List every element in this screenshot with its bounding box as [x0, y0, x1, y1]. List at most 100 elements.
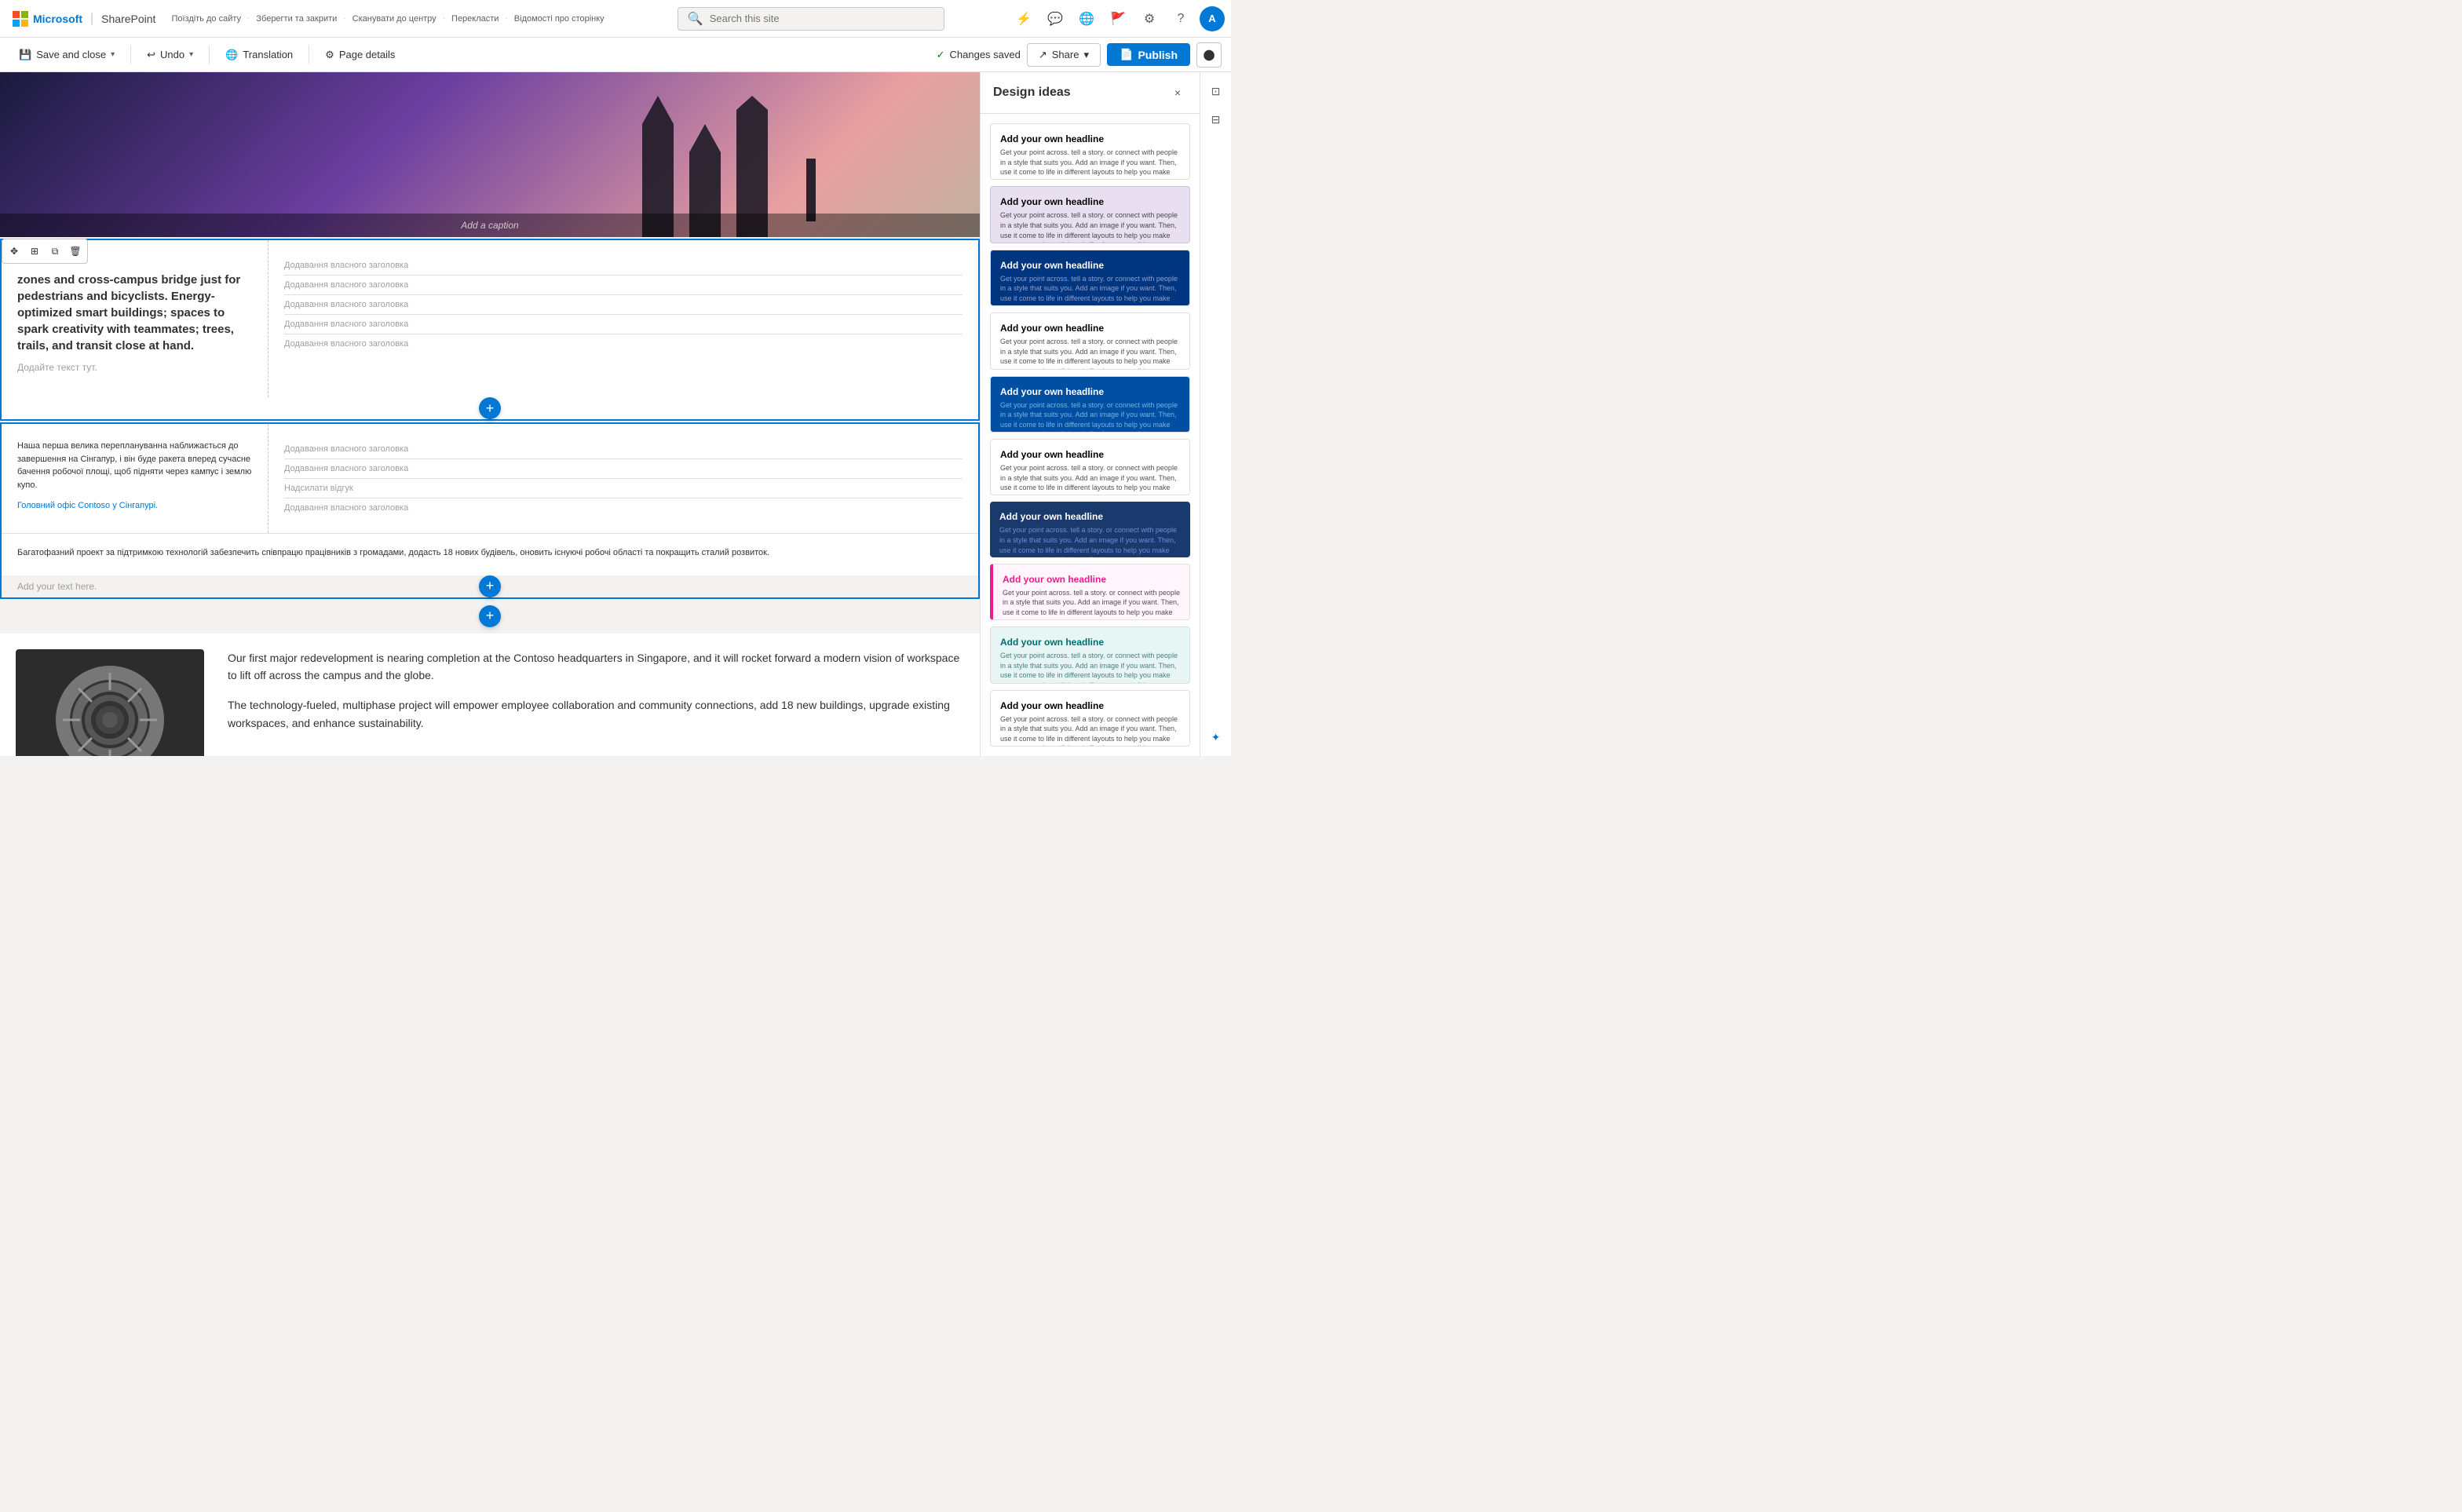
toolbar: 💾 Save and close ▾ ↩ Undo ▾ 🌐 Translatio… [0, 38, 1231, 72]
design-card-3[interactable]: Add your own headline Get your point acr… [990, 250, 1190, 306]
second-add-item-1[interactable]: Додавання власного заголовка [284, 440, 963, 459]
add-text-placeholder[interactable]: Додайте текст тут. [17, 362, 252, 373]
ms-sq-blue [13, 20, 20, 27]
nav-scan[interactable]: Сканувати до центру [346, 14, 443, 24]
save-and-close-button[interactable]: 💾 Save and close ▾ [9, 44, 124, 66]
design-card-10[interactable]: Add your own headline Get your point acr… [990, 690, 1190, 747]
translation-button[interactable]: 🌐 Translation [216, 44, 302, 66]
undo-button[interactable]: ↩ Undo ▾ [137, 44, 203, 66]
add-section-item-4[interactable]: Додавання власного заголовка [284, 315, 963, 334]
second-add-item-4[interactable]: Додавання власного заголовка [284, 499, 963, 517]
main-area: Add a caption ✥ ⊞ ⧉ 🗑 zones and cross-ca… [0, 72, 1231, 756]
plus-section-2-container: Add your text here. + [2, 575, 978, 597]
translation-label: Translation [243, 49, 293, 60]
article-para-1: Our first major redevelopment is nearing… [228, 649, 964, 685]
add-section-item-2[interactable]: Додавання власного заголовка [284, 276, 963, 295]
dc-4-body: Get your point across. tell a story. or … [1000, 337, 1180, 369]
add-text-here-label[interactable]: Add your text here. [17, 581, 97, 592]
add-section-item-3[interactable]: Додавання власного заголовка [284, 295, 963, 315]
second-two-col: Наша перша велика переплануванна наближа… [2, 424, 978, 533]
second-col-left: Наша перша велика переплануванна наближа… [2, 424, 268, 533]
settings-icon-btn[interactable]: ⚙ [1137, 6, 1162, 31]
chat-icon-btn[interactable]: 💬 [1043, 6, 1068, 31]
design-ideas-panel: Design ideas × Add your own headline Get… [980, 72, 1200, 756]
toolbar-sep-1 [130, 46, 131, 64]
design-card-2[interactable]: Add your own headline Get your point acr… [990, 186, 1190, 243]
panel-body[interactable]: Add your own headline Get your point acr… [981, 114, 1200, 756]
search-bar: 🔍 [614, 7, 1008, 31]
panel-title: Design ideas [993, 86, 1071, 100]
changes-saved-label: Changes saved [950, 49, 1021, 60]
share-icon: ↗ [1039, 49, 1047, 61]
brand-sep: | [90, 12, 93, 26]
design-card-4[interactable]: Add your own headline Get your point acr… [990, 312, 1190, 369]
col-left-link[interactable]: Головний офіс Contoso у Сінгапурі. [17, 501, 158, 510]
add-section-below-1-button[interactable]: + [479, 397, 501, 419]
second-add-item-2[interactable]: Додавання власного заголовка [284, 459, 963, 479]
nav-about[interactable]: Відомості про сторінку [508, 14, 611, 24]
share-chevron-icon: ▾ [1083, 49, 1089, 61]
design-card-6[interactable]: Add your own headline Get your point acr… [990, 439, 1190, 495]
move-icon-btn[interactable]: ✥ [5, 242, 24, 261]
add-section-item-5[interactable]: Додавання власного заголовка [284, 334, 963, 353]
design-card-7[interactable]: Add your own headline Get your point acr… [990, 502, 1190, 557]
nav-save[interactable]: Зберегти та закрити [250, 14, 343, 24]
layout-icon-btn[interactable]: ⊞ [25, 242, 44, 261]
design-card-9[interactable]: Add your own headline Get your point acr… [990, 626, 1190, 683]
nav-hint[interactable]: Поїздіть до сайту [165, 14, 247, 24]
flag-icon-btn[interactable]: 🚩 [1105, 6, 1131, 31]
dc-1-headline: Add your own headline [1000, 133, 1180, 144]
search-input[interactable] [710, 13, 934, 24]
add-section-below-2-button[interactable]: + [479, 575, 501, 597]
dc-9-body: Get your point across. tell a story. or … [1000, 651, 1180, 683]
bottom-text-col: Our first major redevelopment is nearing… [228, 649, 964, 732]
duplicate-icon-btn[interactable]: ⧉ [46, 242, 64, 261]
page-details-button[interactable]: ⚙ Page details [316, 44, 404, 66]
delete-icon-btn[interactable]: 🗑 [66, 242, 85, 261]
publish-button[interactable]: 📄 Publish [1107, 43, 1190, 66]
bottom-plus-bar: + [0, 599, 980, 634]
dc-10-body: Get your point across. tell a story. or … [1000, 714, 1180, 747]
ms-brand-text: Microsoft [33, 13, 82, 25]
help-icon-btn[interactable]: ? [1168, 6, 1193, 31]
edge-ideas-icon-btn[interactable]: ✦ [1204, 725, 1229, 750]
col-right: Додавання власного заголовка Додавання в… [268, 240, 978, 397]
nav-translate[interactable]: Перекласти [445, 14, 505, 24]
share-button[interactable]: ↗ Share ▾ [1027, 43, 1101, 67]
design-card-5[interactable]: Add your own headline Get your point acr… [990, 376, 1190, 433]
dc-2-headline: Add your own headline [1000, 196, 1180, 207]
dc-7-headline: Add your own headline [999, 511, 1181, 522]
spiral-staircase-image [16, 649, 204, 757]
ms-sq-green [21, 11, 28, 18]
dc-2-body: Get your point across. tell a story. or … [1000, 210, 1180, 243]
changes-saved: ✓ Changes saved [937, 49, 1021, 61]
edge-filter-icon-btn[interactable]: ⊟ [1204, 107, 1229, 132]
ms-sq-red [13, 11, 20, 18]
collapse-button[interactable]: ⬤ [1196, 42, 1222, 68]
user-avatar[interactable]: A [1200, 6, 1225, 31]
add-section-below-3-button[interactable]: + [479, 605, 501, 627]
network-icon-btn[interactable]: 🌐 [1074, 6, 1099, 31]
content-area[interactable]: Add a caption ✥ ⊞ ⧉ 🗑 zones and cross-ca… [0, 72, 980, 756]
second-body-section: Багатофазний проект за підтримкою технол… [2, 533, 978, 575]
design-card-8[interactable]: Add your own headline Get your point acr… [990, 564, 1190, 620]
translation-icon: 🌐 [225, 49, 238, 61]
panel-close-button[interactable]: × [1168, 83, 1187, 102]
design-card-1[interactable]: Add your own headline Get your point acr… [990, 123, 1190, 180]
article-para-2: The technology-fueled, multiphase projec… [228, 696, 964, 732]
toolbar-right: ✓ Changes saved ↗ Share ▾ 📄 Publish ⬤ [937, 42, 1222, 68]
edge-layout-icon-btn[interactable]: ⊡ [1204, 79, 1229, 104]
dc-10-headline: Add your own headline [1000, 700, 1180, 711]
dc-7-body: Get your point across. tell a story. or … [999, 525, 1181, 557]
nav-links: Поїздіть до сайту · Зберегти та закрити … [165, 14, 610, 24]
hero-caption[interactable]: Add a caption [461, 220, 518, 231]
publish-icon: 📄 [1120, 48, 1133, 61]
bottom-image-col: Add a caption [16, 649, 204, 757]
second-add-item-3[interactable]: Надсилати відгук [284, 479, 963, 499]
sharepoint-brand: SharePoint [101, 13, 155, 25]
accessibility-icon-btn[interactable]: ⚡ [1011, 6, 1036, 31]
toolbar-sep-2 [209, 46, 210, 64]
add-section-item-1[interactable]: Додавання власного заголовка [284, 256, 963, 276]
page-details-icon: ⚙ [325, 49, 334, 61]
publish-label: Publish [1138, 49, 1178, 61]
